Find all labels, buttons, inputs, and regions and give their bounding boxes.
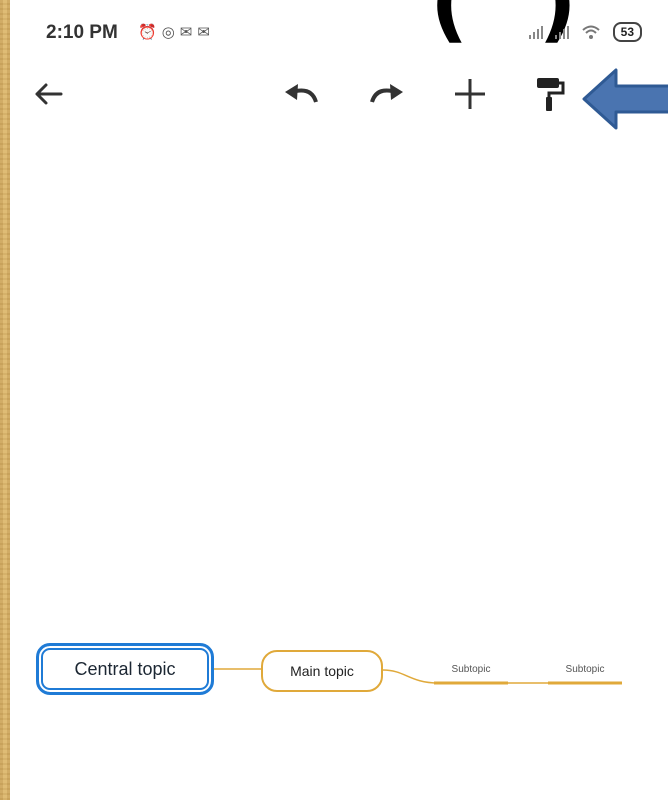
phone-screen: () 2:10 PM ⏰◎✉✉ 53 Central topic Main to… [10, 0, 668, 800]
central-topic-node[interactable]: Central topic [36, 643, 214, 695]
wifi-icon [581, 25, 600, 39]
format-button[interactable] [528, 72, 572, 116]
notification-icons: ⏰◎✉✉ [138, 23, 215, 41]
status-bar: 2:10 PM ⏰◎✉✉ 53 [10, 0, 668, 60]
gmail-icon: ✉ [179, 24, 198, 41]
annotation-arrow-icon [582, 68, 668, 130]
gmail-icon: ✉ [197, 24, 215, 41]
undo-icon [285, 84, 318, 103]
alarm-icon: ⏰ [138, 24, 162, 41]
connector-lines [214, 668, 622, 685]
whatsapp-icon: ◎ [161, 24, 180, 41]
system-icons: 53 [528, 22, 642, 42]
undo-button[interactable] [280, 72, 324, 116]
status-time: 2:10 PM [46, 22, 118, 43]
back-button[interactable] [26, 72, 70, 116]
plus-icon [455, 79, 485, 109]
back-arrow-icon [35, 83, 63, 105]
signal-icon [528, 25, 543, 39]
main-topic-node[interactable]: Main topic [261, 650, 383, 692]
mindmap-canvas[interactable]: Central topic Main topic Subtopic Subtop… [10, 130, 668, 800]
redo-icon [370, 84, 403, 103]
battery-indicator: 53 [612, 22, 642, 42]
add-topic-button[interactable] [448, 72, 492, 116]
paint-roller-icon [537, 78, 565, 111]
subtopic-node[interactable]: Subtopic [548, 664, 622, 675]
editor-toolbar [10, 60, 668, 130]
signal-icon [554, 25, 569, 39]
redo-button[interactable] [364, 72, 408, 116]
subtopic-node[interactable]: Subtopic [434, 664, 508, 675]
